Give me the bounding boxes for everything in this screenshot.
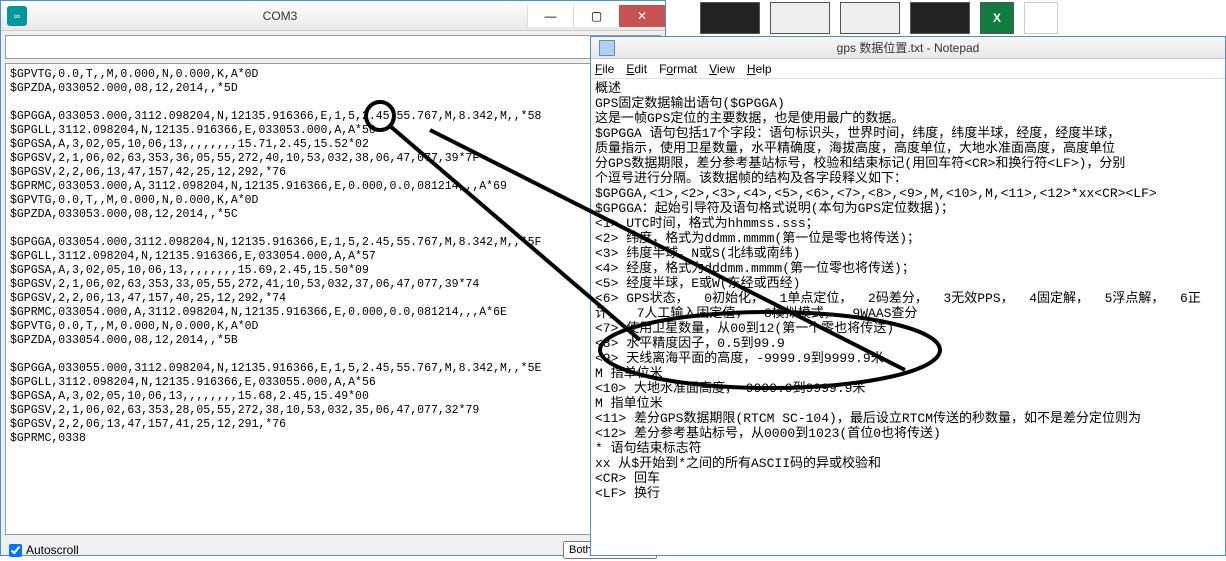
- excel-icon[interactable]: X: [980, 2, 1014, 34]
- titlebar: ∞ COM3 — ▢ ✕: [1, 1, 665, 31]
- arduino-icon: ∞: [7, 6, 27, 26]
- autoscroll-label: Autoscroll: [26, 543, 79, 557]
- window-title: gps 数据位置.txt - Notepad: [837, 39, 980, 56]
- thumbnail-item[interactable]: [700, 2, 760, 34]
- menu-format[interactable]: Format: [659, 62, 697, 76]
- serial-output[interactable]: $GPVTG,0.0,T,,M,0.000,N,0.000,K,A*0D $GP…: [5, 63, 661, 535]
- menu-view[interactable]: View: [709, 62, 735, 76]
- serial-monitor-window: ∞ COM3 — ▢ ✕ $GPVTG,0.0,T,,M,0.000,N,0.0…: [0, 0, 666, 556]
- autoscroll-input[interactable]: [9, 544, 22, 557]
- menubar: File Edit Format View Help: [591, 59, 1225, 79]
- notepad-content[interactable]: 概述 GPS固定数据输出语句($GPGGA) 这是一帧GPS定位的主要数据，也是…: [591, 79, 1225, 503]
- serial-footer: Autoscroll Both NL & CR: [1, 539, 665, 561]
- notepad-icon: [599, 40, 615, 56]
- thumbnail-item[interactable]: [1024, 2, 1058, 34]
- menu-edit[interactable]: Edit: [626, 62, 647, 76]
- autoscroll-checkbox[interactable]: Autoscroll: [9, 543, 79, 557]
- taskbar-thumbnails: X: [700, 0, 1058, 36]
- thumbnail-item[interactable]: [840, 2, 900, 34]
- titlebar: gps 数据位置.txt - Notepad: [591, 37, 1225, 59]
- serial-input[interactable]: [5, 35, 661, 59]
- thumbnail-item[interactable]: [910, 2, 970, 34]
- close-button[interactable]: ✕: [619, 5, 665, 27]
- window-title: COM3: [33, 9, 527, 23]
- maximize-button[interactable]: ▢: [573, 5, 619, 27]
- notepad-window: gps 数据位置.txt - Notepad File Edit Format …: [590, 36, 1226, 556]
- menu-file[interactable]: File: [595, 62, 614, 76]
- thumbnail-item[interactable]: [770, 2, 830, 34]
- minimize-button[interactable]: —: [527, 5, 573, 27]
- menu-help[interactable]: Help: [747, 62, 772, 76]
